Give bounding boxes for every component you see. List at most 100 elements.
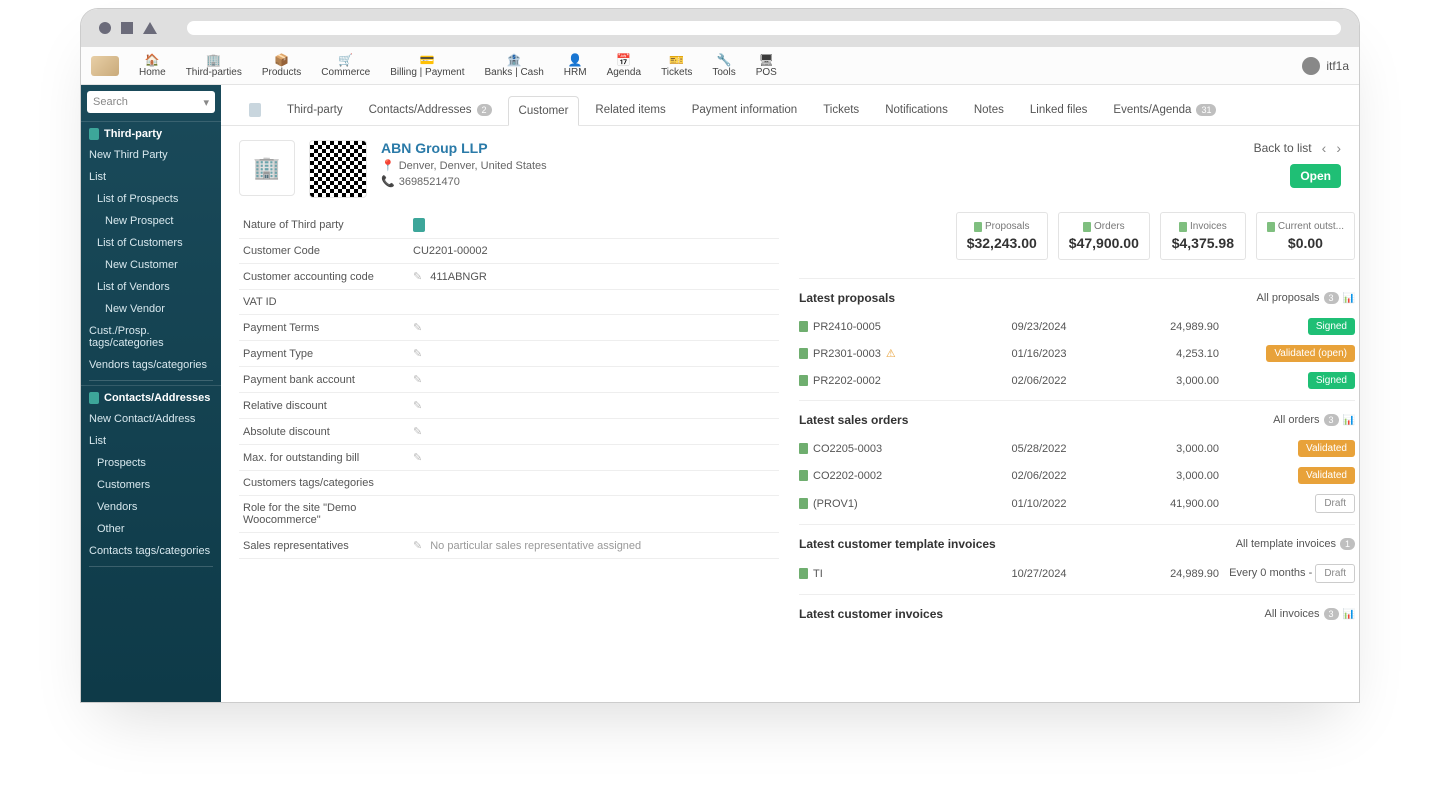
sidebar-group-thirdparty[interactable]: Third-party: [81, 121, 221, 144]
tab-third-party[interactable]: Third-party: [277, 96, 353, 124]
app-logo[interactable]: [91, 56, 119, 76]
nav-item-hrm[interactable]: 👤HRM: [554, 51, 597, 80]
panel-all-link[interactable]: All template invoices 1: [1236, 538, 1355, 550]
label-role: Role for the site "Demo Woocommerce": [243, 502, 413, 526]
doc-icon: [799, 498, 808, 509]
sidebar-item[interactable]: List: [81, 166, 221, 188]
search-placeholder: Search: [93, 96, 128, 108]
tab-linked-files[interactable]: Linked files: [1020, 96, 1098, 124]
sidebar-item[interactable]: Customers: [81, 474, 221, 496]
tab-payment-info[interactable]: Payment information: [682, 96, 807, 124]
tab-related[interactable]: Related items: [585, 96, 675, 124]
list-row[interactable]: (PROV1)01/10/202241,900.00Draft: [799, 489, 1355, 518]
recurrence: Every 0 months -: [1229, 567, 1315, 579]
user-area[interactable]: itf1a: [1302, 57, 1349, 75]
tab-events[interactable]: Events/Agenda31: [1103, 96, 1226, 124]
search-input[interactable]: Search ▾: [87, 91, 215, 113]
list-row[interactable]: PR2410-000509/23/202424,989.90Signed: [799, 313, 1355, 340]
sidebar-item[interactable]: New Customer: [81, 254, 221, 276]
edit-icon[interactable]: ✎: [413, 270, 422, 283]
edit-icon[interactable]: ✎: [413, 373, 422, 386]
details-column: Nature of Third party Customer CodeCU220…: [239, 212, 779, 635]
nav-item-products[interactable]: 📦Products: [252, 51, 311, 80]
chart-icon[interactable]: [1343, 608, 1355, 620]
status-pill: Validated: [1298, 440, 1355, 457]
prev-record-button[interactable]: ‹: [1322, 140, 1327, 156]
tab-icon-only[interactable]: [239, 95, 271, 125]
sidebar-item[interactable]: New Contact/Address: [81, 408, 221, 430]
edit-icon[interactable]: ✎: [413, 451, 422, 464]
nav-item-agenda[interactable]: 📅Agenda: [597, 51, 651, 80]
edit-icon[interactable]: ✎: [413, 399, 422, 412]
tab-contacts[interactable]: Contacts/Addresses2: [359, 96, 502, 124]
status-pill: Signed: [1308, 318, 1355, 335]
window-control-square[interactable]: [121, 22, 133, 34]
sidebar-item[interactable]: New Prospect: [81, 210, 221, 232]
next-record-button[interactable]: ›: [1336, 140, 1341, 156]
panel-all-link[interactable]: All invoices 3: [1265, 608, 1356, 620]
list-row[interactable]: PR2202-000202/06/20223,000.00Signed: [799, 367, 1355, 394]
sidebar-item[interactable]: Cust./Prosp. tags/categories: [81, 320, 221, 354]
company-name[interactable]: ABN Group LLP: [381, 140, 547, 156]
nav-icon: 🖥: [759, 53, 774, 67]
sidebar-item[interactable]: Vendors: [81, 496, 221, 518]
nav-item-banks-cash[interactable]: 🏦Banks | Cash: [475, 51, 554, 80]
window-control-circle[interactable]: [99, 22, 111, 34]
nav-icon: 💳: [420, 53, 435, 67]
card-orders[interactable]: Orders$47,900.00: [1058, 212, 1150, 260]
sidebar-item[interactable]: List of Customers: [81, 232, 221, 254]
nav-item-tickets[interactable]: 🎫Tickets: [651, 51, 702, 80]
ref: PR2410-0005: [813, 321, 881, 333]
nav-item-third-parties[interactable]: 🏢Third-parties: [176, 51, 252, 80]
tab-customer[interactable]: Customer: [508, 96, 580, 126]
list-row[interactable]: CO2205-000305/28/20223,000.00Validated: [799, 435, 1355, 462]
sidebar-item[interactable]: List of Prospects: [81, 188, 221, 210]
sidebar-item[interactable]: Contacts tags/categories: [81, 540, 221, 562]
sidebar-item[interactable]: Other: [81, 518, 221, 540]
sidebar-item[interactable]: New Vendor: [81, 298, 221, 320]
main-content: Third-party Contacts/Addresses2 Customer…: [221, 85, 1359, 702]
sidebar-item[interactable]: List of Vendors: [81, 276, 221, 298]
sidebar-item[interactable]: New Third Party: [81, 144, 221, 166]
amount: 3,000.00: [1109, 375, 1219, 387]
edit-icon[interactable]: ✎: [413, 539, 422, 552]
panel-title: Latest sales orders: [799, 413, 908, 427]
sidebar-item[interactable]: Prospects: [81, 452, 221, 474]
panel-all-link[interactable]: All proposals 3: [1257, 292, 1355, 304]
list-row[interactable]: PR2301-0003 ⚠01/16/20234,253.10Validated…: [799, 340, 1355, 367]
list-row[interactable]: CO2202-000202/06/20223,000.00Validated: [799, 462, 1355, 489]
panel-all-link[interactable]: All orders 3: [1273, 414, 1355, 426]
tab-notifications[interactable]: Notifications: [875, 96, 958, 124]
tab-tickets[interactable]: Tickets: [813, 96, 869, 124]
card-invoices[interactable]: Invoices$4,375.98: [1160, 212, 1246, 260]
card-proposals[interactable]: Proposals$32,243.00: [956, 212, 1048, 260]
label-salesrep: Sales representatives: [243, 540, 413, 552]
card-outstanding[interactable]: Current outst...$0.00: [1256, 212, 1355, 260]
edit-icon[interactable]: ✎: [413, 347, 422, 360]
count-badge: 3: [1324, 608, 1339, 620]
nav-icon: 🏢: [206, 53, 221, 67]
doc-icon: [799, 348, 808, 359]
sidebar-group-contacts[interactable]: Contacts/Addresses: [81, 385, 221, 408]
nav-item-billing-payment[interactable]: 💳Billing | Payment: [380, 51, 474, 80]
date: 09/23/2024: [969, 321, 1109, 333]
edit-icon[interactable]: ✎: [413, 425, 422, 438]
nav-item-commerce[interactable]: 🛒Commerce: [311, 51, 380, 80]
nav-item-home[interactable]: 🏠Home: [129, 51, 176, 80]
chart-icon[interactable]: [1343, 414, 1355, 426]
value-salesrep: No particular sales representative assig…: [430, 540, 641, 552]
value-customer-code: CU2201-00002: [413, 245, 488, 257]
window-control-triangle[interactable]: [143, 22, 157, 34]
sidebar-item[interactable]: Vendors tags/categories: [81, 354, 221, 376]
url-bar[interactable]: [187, 21, 1341, 35]
chart-icon[interactable]: [1343, 292, 1355, 304]
back-to-list-link[interactable]: Back to list: [1254, 141, 1312, 155]
nav-item-tools[interactable]: 🔧Tools: [702, 51, 745, 80]
tab-notes[interactable]: Notes: [964, 96, 1014, 124]
label-reldisc: Relative discount: [243, 400, 413, 412]
date: 01/10/2022: [969, 498, 1109, 510]
list-row[interactable]: TI10/27/202424,989.90Every 0 months - Dr…: [799, 559, 1355, 588]
edit-icon[interactable]: ✎: [413, 321, 422, 334]
nav-item-pos[interactable]: 🖥POS: [746, 51, 787, 80]
sidebar-item[interactable]: List: [81, 430, 221, 452]
